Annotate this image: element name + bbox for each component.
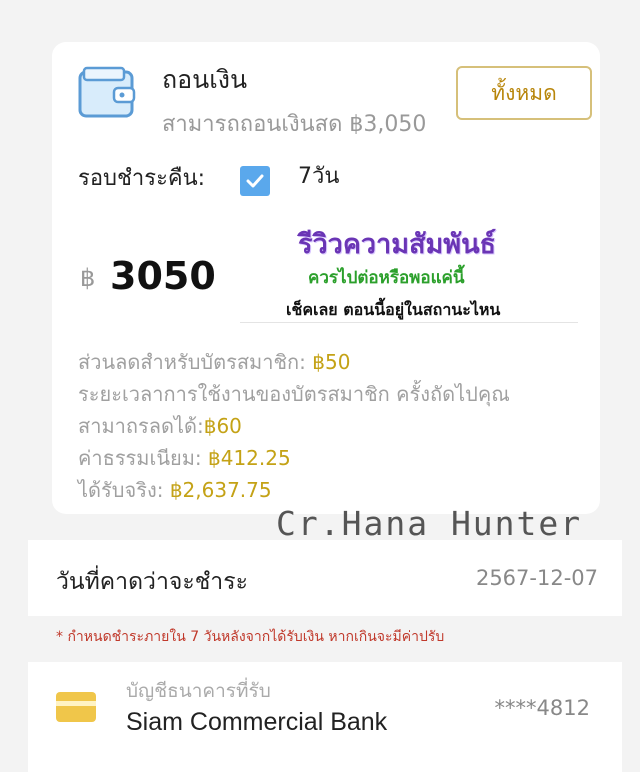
withdraw-all-button[interactable]: ทั้งหมด — [456, 66, 592, 120]
bank-name: Siam Commercial Bank — [126, 708, 388, 736]
next-discount-label: สามาถรลดได้: — [78, 414, 204, 438]
promo-caption: เช็คเลย ตอนนี้อยู่ในสถานะไหน — [286, 300, 501, 319]
bank-account-label: บัญชีธนาคารที่รับ — [126, 680, 271, 702]
due-date-label: วันที่คาดว่าจะชำระ — [56, 569, 248, 595]
fee-label: ค่าธรรมเนียม: — [78, 446, 208, 470]
withdraw-title: ถอนเงิน — [162, 65, 248, 94]
next-discount-value: ฿60 — [203, 414, 242, 438]
member-discount-value: ฿50 — [312, 350, 351, 374]
promo-heading: รีวิวความสัมพันธ์ — [298, 229, 497, 260]
member-discount-label: ส่วนลดสำหรับบัตรสมาชิก: — [78, 350, 313, 374]
bank-card-icon — [56, 692, 96, 722]
received-label: ได้รับจริง: — [78, 478, 170, 502]
check-icon — [246, 174, 264, 188]
repayment-cycle-label: รอบชำระคืน: — [78, 166, 206, 191]
fee-line: ค่าธรรมเนียม: ฿412.25 — [78, 442, 291, 474]
due-date-value: 2567-12-07 — [475, 566, 598, 590]
promo-subheading: ควรไปต่อหรือพอแค่นี้ — [308, 268, 465, 288]
penalty-note: * กำหนดชำระภายใน 7 วันหลังจากได้รับเงิน … — [56, 629, 445, 645]
next-discount-line-2: สามาถรลดได้:฿60 — [78, 410, 242, 442]
amount-currency: ฿ — [80, 264, 96, 292]
repayment-cycle-checkbox[interactable] — [240, 166, 270, 196]
available-cash-text: สามารถถอนเงินสด ฿3,050 — [162, 112, 427, 137]
wallet-icon — [78, 66, 136, 118]
received-line: ได้รับจริง: ฿2,637.75 — [78, 474, 272, 506]
credit-watermark: Cr.Hana_Hunter — [276, 504, 583, 543]
fee-value: ฿412.25 — [208, 446, 291, 470]
member-discount-line: ส่วนลดสำหรับบัตรสมาชิก: ฿50 — [78, 346, 350, 378]
bank-account-number: ****4812 — [494, 696, 590, 720]
repayment-cycle-value: 7วัน — [298, 164, 340, 189]
received-value: ฿2,637.75 — [169, 478, 272, 502]
next-discount-line-1: ระยะเวลาการใช้งานของบัตรสมาชิก ครั้งถัดไ… — [78, 382, 510, 406]
divider — [240, 322, 578, 323]
amount-input[interactable]: 3050 — [110, 254, 216, 298]
